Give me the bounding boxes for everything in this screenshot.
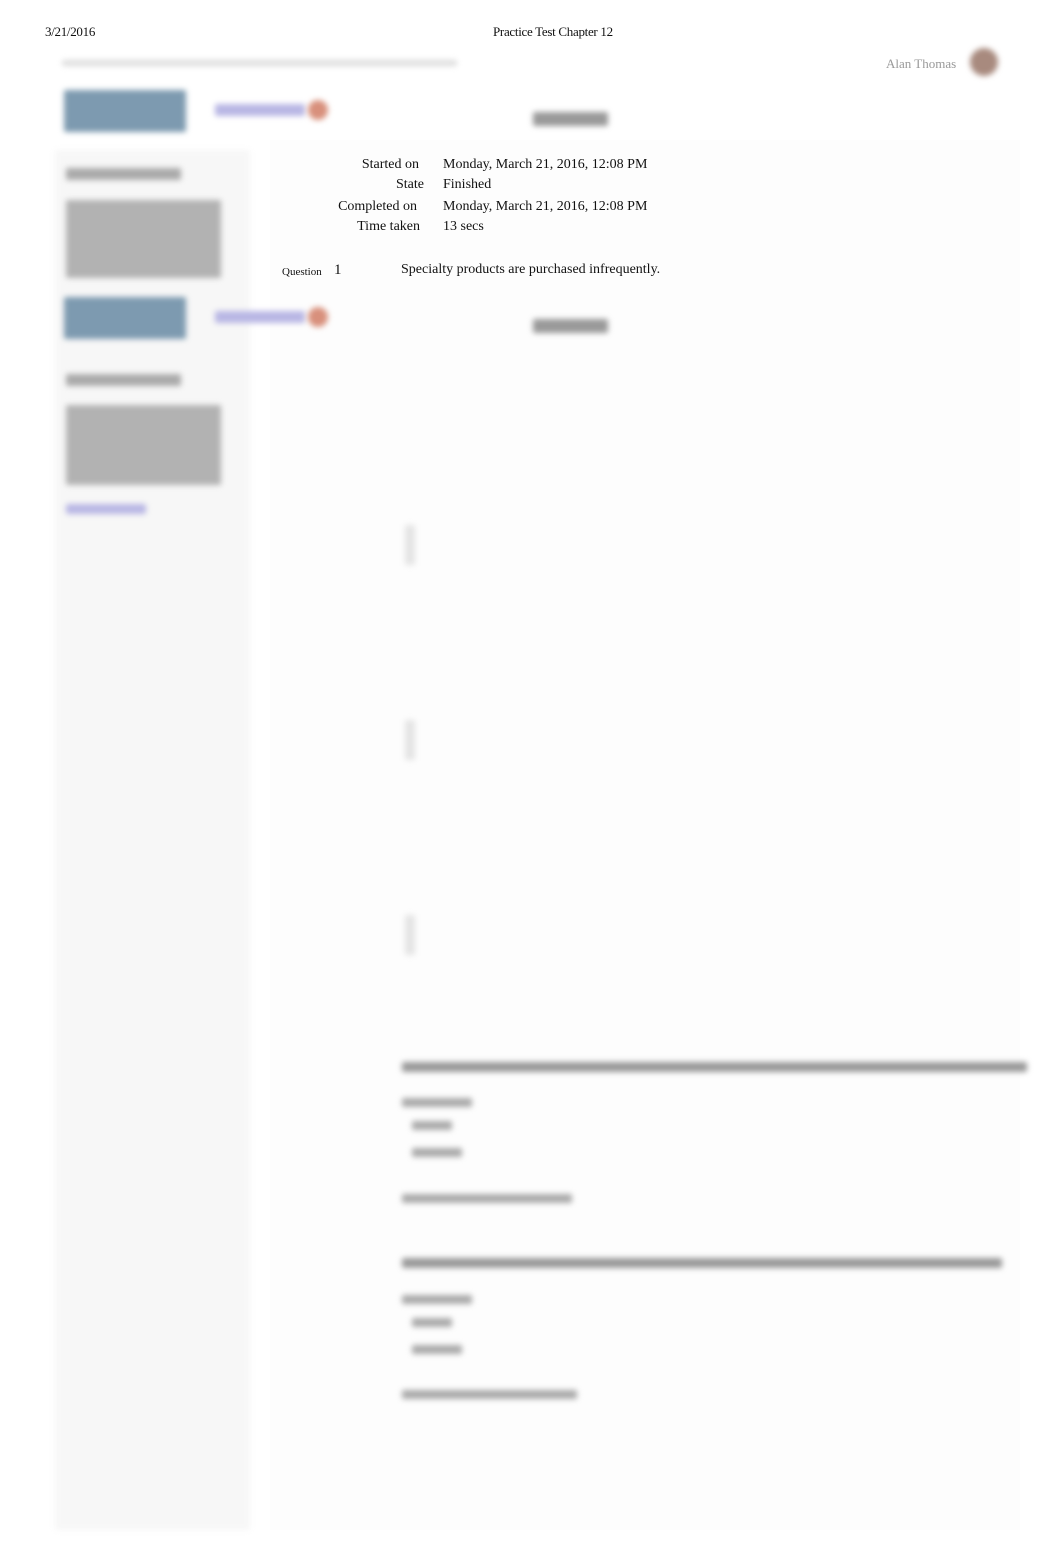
blurred-option[interactable] bbox=[412, 1345, 462, 1354]
summary-value: 13 secs bbox=[443, 219, 484, 234]
main-panel bbox=[270, 140, 1020, 1530]
question-nav-grid[interactable] bbox=[66, 200, 221, 278]
sidebar-heading bbox=[66, 168, 181, 180]
logo-image bbox=[64, 297, 186, 339]
blurred-answer-label bbox=[402, 1098, 472, 1107]
sidebar-link[interactable] bbox=[66, 504, 146, 514]
blurred-option[interactable] bbox=[412, 1148, 462, 1157]
blurred-marker bbox=[405, 525, 415, 565]
blurred-marker bbox=[405, 915, 415, 955]
logo-image bbox=[64, 90, 186, 132]
blurred-option[interactable] bbox=[412, 1121, 452, 1130]
summary-label: Time taken bbox=[357, 219, 420, 234]
summary-label: State bbox=[396, 177, 424, 192]
blurred-marker bbox=[405, 720, 415, 760]
question-number: 1 bbox=[334, 262, 342, 278]
summary-label: Completed on bbox=[338, 199, 417, 214]
badge-icon bbox=[308, 307, 328, 327]
nav-icons[interactable] bbox=[533, 319, 608, 333]
nav-icons[interactable] bbox=[533, 112, 608, 126]
sidebar bbox=[55, 150, 250, 1530]
print-date: 3/21/2016 bbox=[45, 24, 96, 39]
blurred-feedback bbox=[402, 1390, 577, 1399]
question-label: Question bbox=[282, 266, 322, 278]
question-nav-grid[interactable] bbox=[66, 405, 221, 485]
avatar[interactable] bbox=[970, 48, 998, 76]
summary-value: Monday, March 21, 2016, 12:08 PM bbox=[443, 199, 648, 214]
blurred-feedback bbox=[402, 1194, 572, 1203]
summary-label: Started on bbox=[361, 157, 419, 172]
question-text: Specialty products are purchased infrequ… bbox=[401, 262, 661, 277]
blurred-answer-label bbox=[402, 1295, 472, 1304]
user-name[interactable]: Alan Thomas bbox=[886, 56, 956, 72]
header-link[interactable] bbox=[215, 311, 305, 323]
header-link[interactable] bbox=[215, 104, 305, 116]
blurred-breadcrumb bbox=[62, 60, 457, 66]
summary-value: Finished bbox=[443, 177, 492, 192]
summary-value: Monday, March 21, 2016, 12:08 PM bbox=[443, 157, 648, 172]
blurred-question-text bbox=[402, 1258, 1002, 1268]
badge-icon bbox=[308, 100, 328, 120]
blurred-question-text bbox=[402, 1062, 1027, 1072]
blurred-option[interactable] bbox=[412, 1318, 452, 1327]
print-title: Practice Test Chapter 12 bbox=[493, 24, 613, 39]
sidebar-heading bbox=[66, 374, 181, 386]
